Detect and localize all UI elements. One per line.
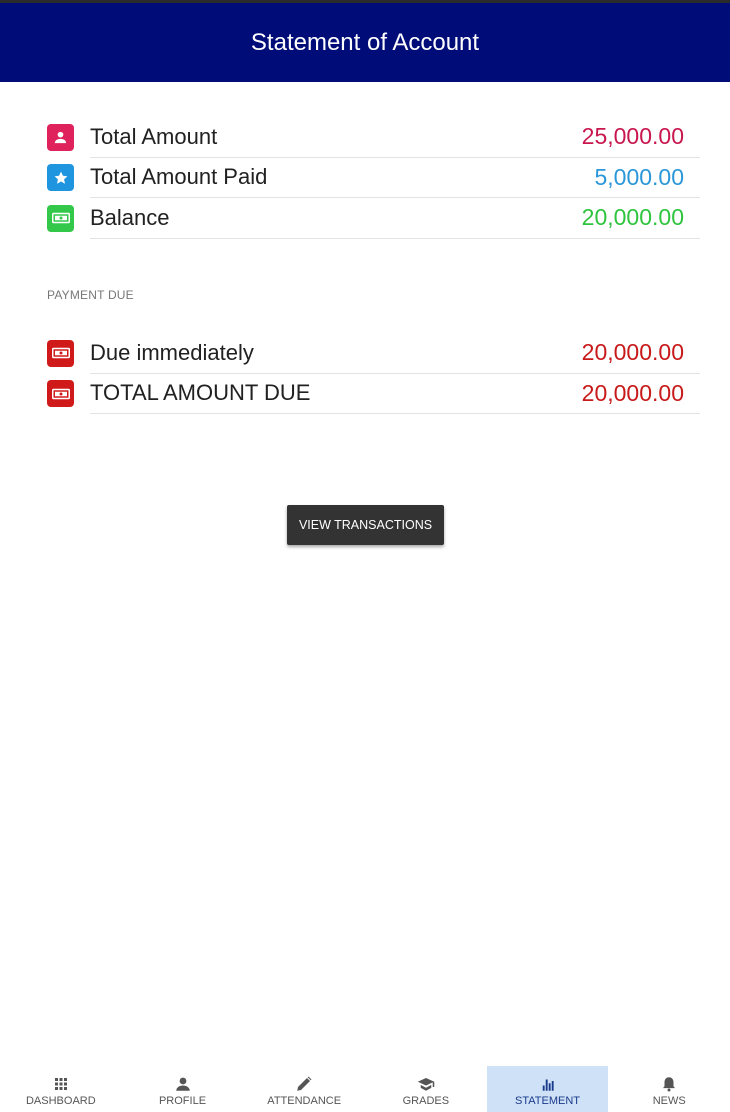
nav-label: STATEMENT	[515, 1095, 581, 1107]
cash-icon	[47, 380, 74, 408]
payment-due-heading: PAYMENT DUE	[47, 288, 134, 302]
grid-icon	[54, 1078, 67, 1090]
payment-due-list: Due immediately 20,000.00 TOTAL AMOUNT D…	[47, 333, 700, 414]
nav-item-grades[interactable]: GRADES	[365, 1066, 487, 1112]
person-icon	[175, 1077, 190, 1091]
app-header: Statement of Account	[0, 3, 730, 82]
nav-item-dashboard[interactable]: DASHBOARD	[0, 1066, 122, 1112]
summary-row-total-amount-paid: Total Amount Paid 5,000.00	[47, 158, 700, 198]
nav-item-news[interactable]: NEWS	[608, 1066, 730, 1112]
due-label: Due immediately	[90, 339, 254, 365]
summary-row-balance: Balance 20,000.00	[47, 198, 700, 239]
cash-icon	[47, 204, 74, 232]
summary-label: Total Amount	[90, 123, 218, 149]
summary-value: 25,000.00	[581, 123, 684, 150]
nav-label: GRADES	[402, 1095, 450, 1107]
summary-label: Balance	[90, 204, 170, 230]
nav-item-attendance[interactable]: ATTENDANCE	[243, 1066, 365, 1112]
pencil-icon	[297, 1076, 312, 1091]
graduation-cap-icon	[417, 1078, 435, 1091]
page-title: Statement of Account	[250, 28, 480, 56]
summary-value: 5,000.00	[594, 163, 684, 190]
nav-label: NEWS	[652, 1095, 686, 1107]
nav-label: ATTENDANCE	[267, 1095, 342, 1107]
bell-icon	[663, 1077, 676, 1092]
due-label: TOTAL AMOUNT DUE	[90, 380, 311, 406]
nav-item-statement[interactable]: STATEMENT	[486, 1066, 609, 1112]
bar-chart-icon	[542, 1079, 554, 1091]
summary-label: Total Amount Paid	[90, 164, 268, 190]
summary-row-total-amount: Total Amount 25,000.00	[47, 117, 700, 158]
summary-list: Total Amount 25,000.00 Total Amount Paid…	[47, 117, 700, 239]
nav-item-profile[interactable]: PROFILE	[122, 1066, 244, 1112]
summary-value: 20,000.00	[581, 204, 684, 231]
due-value: 20,000.00	[581, 379, 684, 406]
due-value: 20,000.00	[581, 339, 684, 366]
due-row-total: TOTAL AMOUNT DUE 20,000.00	[47, 374, 700, 414]
cash-icon	[47, 339, 74, 367]
bottom-navigation: DASHBOARD PROFILE ATTENDANCE GRADES STAT…	[0, 1066, 730, 1112]
star-icon	[47, 164, 74, 192]
person-icon	[47, 123, 74, 151]
nav-label: DASHBOARD	[25, 1095, 96, 1107]
view-transactions-button[interactable]: VIEW TRANSACTIONS	[287, 505, 444, 545]
nav-label: PROFILE	[158, 1095, 207, 1107]
due-row-immediately: Due immediately 20,000.00	[47, 333, 700, 374]
